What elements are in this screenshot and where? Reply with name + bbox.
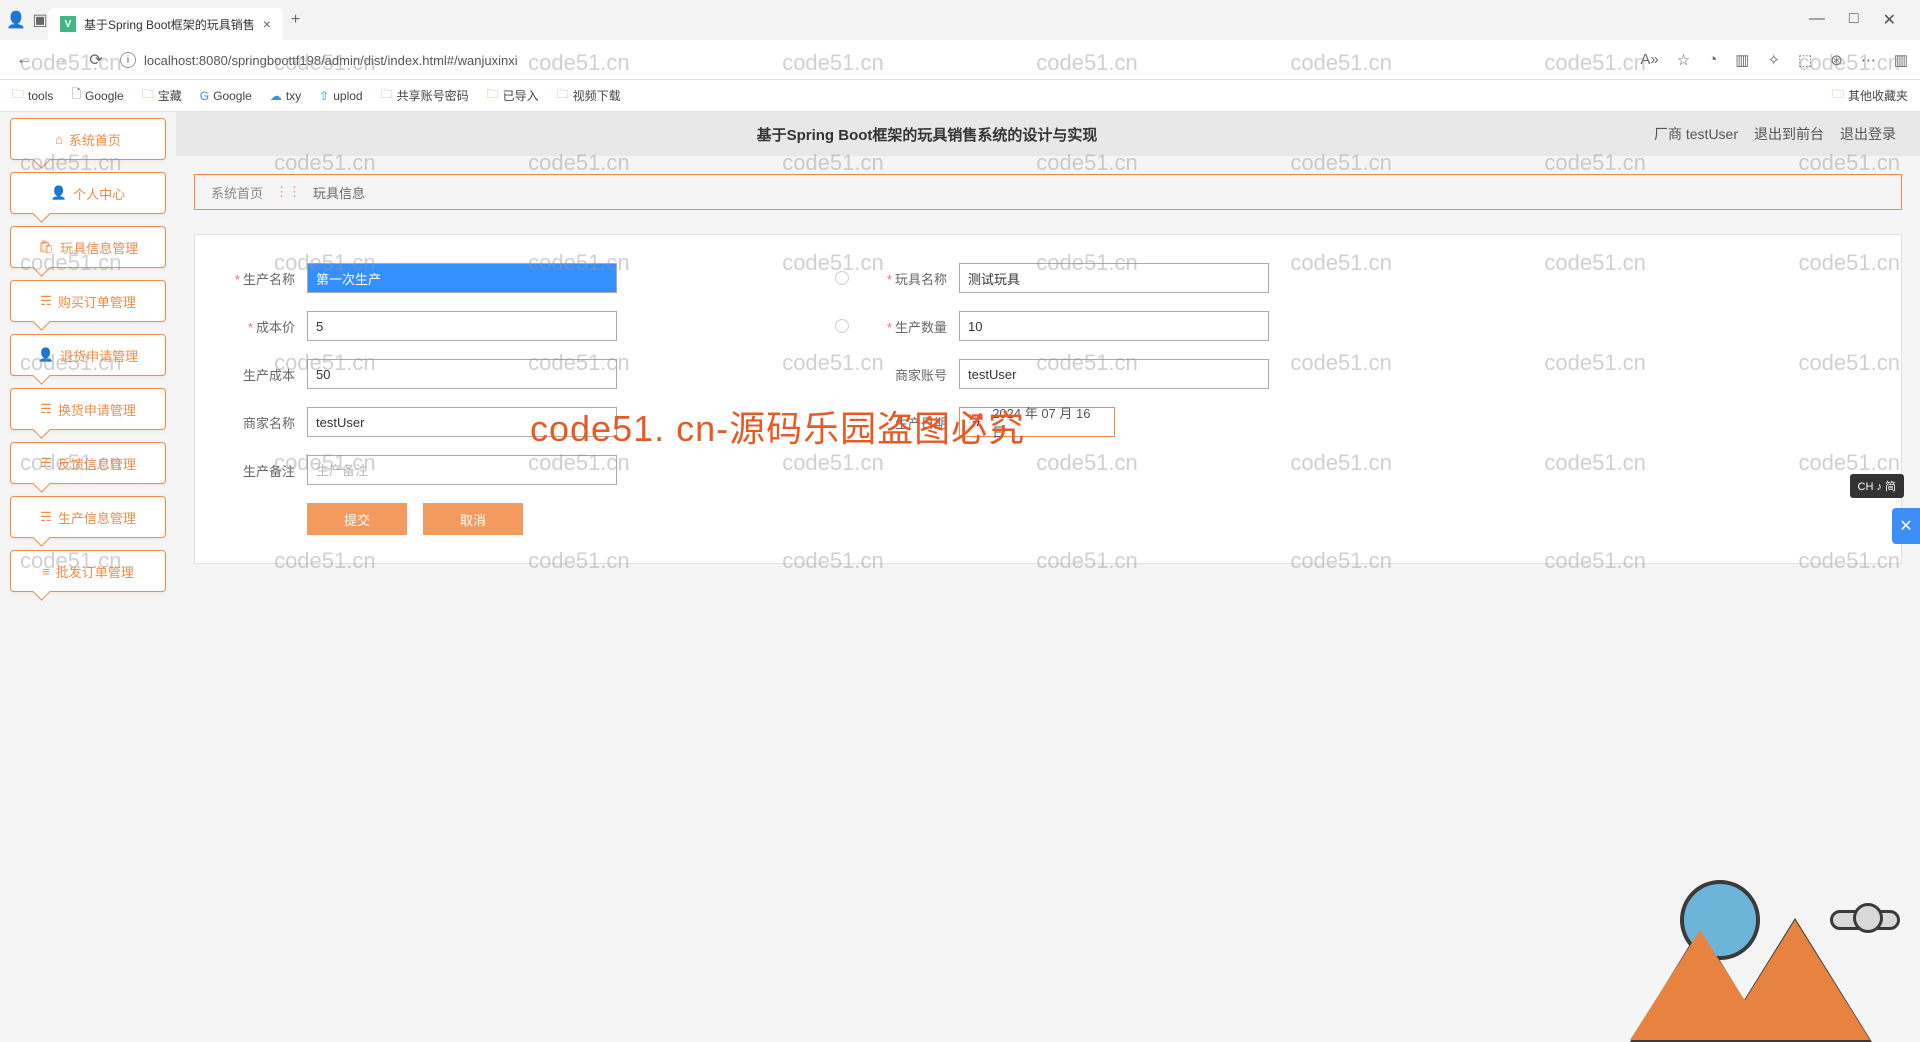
label-prod-note: 生产备注 <box>215 461 295 480</box>
reload-button[interactable]: ⟳ <box>84 50 108 70</box>
text-size-icon[interactable]: A» <box>1640 51 1658 69</box>
input-merch-name[interactable] <box>307 407 617 437</box>
decorative-illustration <box>1630 870 1900 1040</box>
panel-icon[interactable]: ▣ <box>32 12 48 28</box>
radio-prod-qty[interactable] <box>835 319 855 333</box>
star-icon[interactable]: ☆ <box>1677 51 1690 69</box>
input-prod-name[interactable] <box>307 263 617 293</box>
label-toy-name: *玩具名称 <box>867 269 947 288</box>
url-box[interactable]: i localhost:8080/springboottf198/admin/d… <box>120 52 1628 68</box>
close-window-icon[interactable]: ✕ <box>1883 10 1896 30</box>
calendar-icon: 📅 <box>968 414 984 430</box>
floating-ext-icon[interactable]: ✕ <box>1892 508 1920 544</box>
input-prod-cost[interactable] <box>307 359 617 389</box>
address-bar: ← → ⟳ i localhost:8080/springboottf198/a… <box>0 40 1920 80</box>
tab-title: 基于Spring Boot框架的玩具销售 <box>84 16 255 33</box>
bm-share[interactable]: 🗀共享账号密码 <box>381 85 469 106</box>
sidebar-item-feedback[interactable]: ☴反馈信息管理 <box>10 442 166 484</box>
url-text: localhost:8080/springboottf198/admin/dis… <box>144 53 518 68</box>
input-prod-note[interactable] <box>307 455 617 485</box>
input-prod-date[interactable]: 📅 2024 年 07 月 16 日 <box>959 407 1115 437</box>
form-card: *生产名称 *玩具名称 *成本价 *生产数量 <box>194 234 1902 564</box>
label-merch-name: 商家名称 <box>215 413 295 432</box>
bm-video[interactable]: 🗀视频下载 <box>557 85 621 106</box>
sidebar-item-exchange[interactable]: ☴换货申请管理 <box>10 388 166 430</box>
app-header: 基于Spring Boot框架的玩具销售系统的设计与实现 厂商 testUser… <box>176 112 1920 156</box>
browser-tab[interactable]: V 基于Spring Boot框架的玩具销售 × <box>48 8 283 40</box>
input-merch-acct[interactable] <box>959 359 1269 389</box>
sidebar-item-toy[interactable]: 🛍玩具信息管理 <box>10 226 166 268</box>
site-info-icon[interactable]: i <box>120 52 136 68</box>
radio-toy-name[interactable] <box>835 271 855 285</box>
label-merch-acct: 商家账号 <box>867 365 947 384</box>
list-icon: ≡ <box>42 564 50 579</box>
sidebar-item-home[interactable]: ⌂系统首页 <box>10 118 166 160</box>
label-cost-price: *成本价 <box>215 317 295 336</box>
logout-front[interactable]: 退出到前台 <box>1754 124 1824 144</box>
profile-icon[interactable]: 👤 <box>8 12 24 28</box>
label-prod-cost: 生产成本 <box>215 365 295 384</box>
new-tab-button[interactable]: + <box>291 11 300 29</box>
minimize-icon[interactable]: — <box>1809 10 1825 30</box>
back-button[interactable]: ← <box>12 51 36 69</box>
list-icon: ☴ <box>40 455 52 471</box>
ext2-icon[interactable]: ⬚ <box>1798 51 1812 69</box>
ext3-icon[interactable]: ⊛ <box>1830 51 1843 69</box>
bm-txy[interactable]: ☁txy <box>270 89 301 103</box>
breadcrumb-current: 玩具信息 <box>313 183 365 202</box>
collections-icon[interactable]: ▥ <box>1735 51 1749 69</box>
sidebar-item-wholesale[interactable]: ≡批发订单管理 <box>10 550 166 592</box>
tab-bar: 👤 ▣ V 基于Spring Boot框架的玩具销售 × + — □ ✕ <box>0 0 1920 40</box>
sidebar-item-personal[interactable]: 👤个人中心 <box>10 172 166 214</box>
input-cost-price[interactable] <box>307 311 617 341</box>
bm-tools[interactable]: 🗀tools <box>12 85 53 106</box>
list-icon: ☴ <box>40 293 52 309</box>
ext1-icon[interactable]: ◔ <box>1708 51 1717 69</box>
window-controls: — □ ✕ <box>1809 10 1912 30</box>
logout[interactable]: 退出登录 <box>1840 124 1896 144</box>
label-prod-date: 生产日期 <box>867 413 947 432</box>
list-icon: ☴ <box>40 401 52 417</box>
label-prod-name: *生产名称 <box>215 269 295 288</box>
breadcrumb-home[interactable]: 系统首页 <box>211 183 263 202</box>
menu-icon[interactable]: ⋯ <box>1861 51 1876 69</box>
bm-baozang[interactable]: 🗀宝藏 <box>142 85 182 106</box>
user-label[interactable]: 厂商 testUser <box>1654 124 1738 144</box>
input-toy-name[interactable] <box>959 263 1269 293</box>
list-icon: ☴ <box>40 509 52 525</box>
cancel-button[interactable]: 取消 <box>423 503 523 535</box>
bag-icon: 🛍 <box>38 239 55 255</box>
sidebar-item-buy[interactable]: ☴购买订单管理 <box>10 280 166 322</box>
bookmarks-bar: 🗀tools 🗋Google 🗀宝藏 GGoogle ☁txy ⇧uplod 🗀… <box>0 80 1920 112</box>
breadcrumb: 系统首页 ⋮⋮ 玩具信息 <box>194 174 1902 210</box>
forward-button[interactable]: → <box>48 51 72 69</box>
home-icon: ⌂ <box>55 132 63 147</box>
maximize-icon[interactable]: □ <box>1849 10 1859 30</box>
sidebar-item-production[interactable]: ☴生产信息管理 <box>10 496 166 538</box>
page-title: 基于Spring Boot框架的玩具销售系统的设计与实现 <box>200 124 1654 145</box>
bm-other[interactable]: 🗀其他收藏夹 <box>1832 85 1908 106</box>
sidebar-toggle-icon[interactable]: ▥ <box>1894 51 1908 69</box>
sidebar: ⌂系统首页 👤个人中心 🛍玩具信息管理 ☴购买订单管理 👤退货申请管理 ☴换货申… <box>0 112 176 1040</box>
user-icon: 👤 <box>51 185 67 201</box>
close-icon[interactable]: × <box>263 16 271 32</box>
input-prod-qty[interactable] <box>959 311 1269 341</box>
bm-google2[interactable]: GGoogle <box>200 89 252 103</box>
sidebar-item-return[interactable]: 👤退货申请管理 <box>10 334 166 376</box>
bm-imported[interactable]: 🗀已导入 <box>487 85 539 106</box>
user-icon: 👤 <box>38 347 54 363</box>
favorites-icon[interactable]: ✧ <box>1767 51 1780 69</box>
submit-button[interactable]: 提交 <box>307 503 407 535</box>
ime-badge: CH ♪ 简 <box>1850 474 1905 498</box>
bm-uplod[interactable]: ⇧uplod <box>319 89 362 103</box>
bm-google[interactable]: 🗋Google <box>71 85 123 106</box>
breadcrumb-sep-icon: ⋮⋮ <box>275 184 301 200</box>
label-prod-qty: *生产数量 <box>867 317 947 336</box>
favicon-icon: V <box>60 16 76 32</box>
browser-chrome: 👤 ▣ V 基于Spring Boot框架的玩具销售 × + — □ ✕ ← →… <box>0 0 1920 80</box>
